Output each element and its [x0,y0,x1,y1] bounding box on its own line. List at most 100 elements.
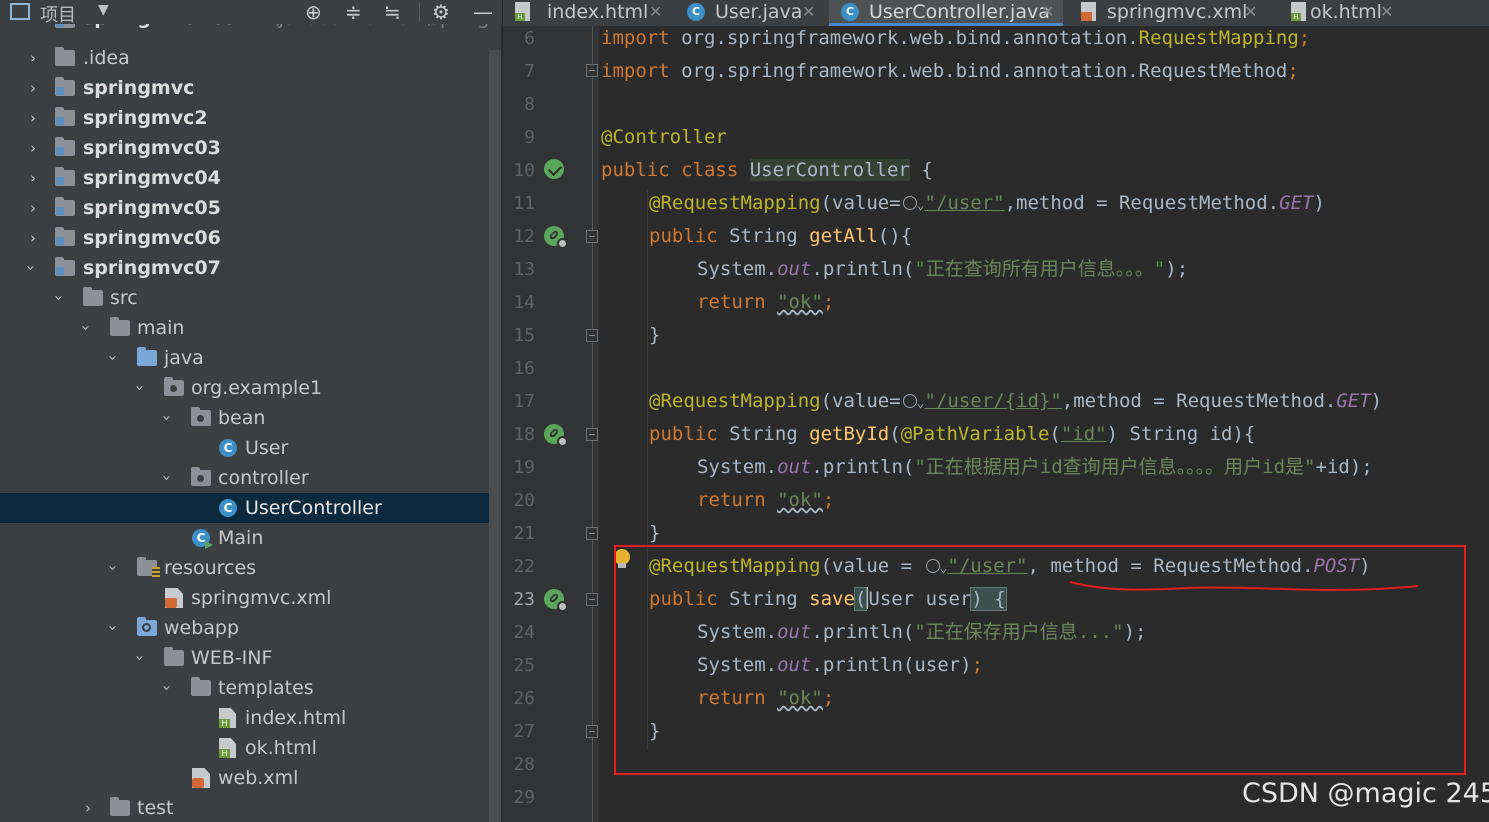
close-icon[interactable]: ✕ [1041,0,1054,24]
fold-marker-icon[interactable] [586,329,598,342]
tree-item-label: resources [164,557,257,579]
chevron-down-icon[interactable]: › [16,265,46,271]
tab-user-java[interactable]: C User.java ✕ [675,0,827,26]
tree-item-src[interactable]: › src [0,283,490,313]
module-folder-icon [55,197,75,216]
close-icon[interactable]: ✕ [802,0,815,24]
html-file-icon [219,708,236,728]
chevron-right-icon[interactable]: › [30,103,36,133]
close-icon[interactable]: ✕ [1244,0,1257,24]
tree-item-webapp[interactable]: › webapp [0,613,490,643]
chevron-down-icon[interactable]: › [125,385,155,391]
chevron-right-icon[interactable]: › [30,43,36,73]
code-line-6: import org.springframework.web.bind.anno… [601,27,1311,49]
chevron-down-icon[interactable]: › [152,475,182,481]
chevron-right-icon[interactable]: › [30,133,36,163]
tree-item-index-html[interactable]: index.html [0,703,490,733]
spring-request-mapping-gutter-icon[interactable] [544,424,568,447]
chevron-down-icon[interactable]: › [125,655,155,661]
tree-item-idea[interactable]: › .idea [0,43,490,73]
tree-item-test[interactable]: › test [0,793,490,822]
tree-item-springmvc04[interactable]: › springmvc04 [0,163,490,193]
tree-item-org-example1[interactable]: › org.example1 [0,373,490,403]
tree-item-springmvc-xml[interactable]: springmvc.xml [0,583,490,613]
tree-item-templates[interactable]: › templates [0,673,490,703]
web-url-icon [902,196,917,210]
minimize-icon[interactable]: — [473,0,493,24]
chevron-down-icon[interactable]: › [44,295,74,301]
tree-item-usercontroller[interactable]: C UserController [0,493,490,523]
line-number: 21 [513,523,535,544]
chevron-down-icon[interactable]: ▼ [98,2,109,18]
html-file-icon [1291,2,1306,21]
spring-bean-gutter-icon[interactable] [544,159,564,179]
tree-item-user[interactable]: C User [0,433,490,463]
chevron-down-icon[interactable]: › [71,325,101,331]
tree-item-web-inf[interactable]: › WEB-INF [0,643,490,673]
watermark: CSDN @magic 245 [1242,778,1489,809]
spring-request-mapping-gutter-icon[interactable] [544,589,568,612]
line-number: 22 [513,556,535,577]
tree-item-ok-html[interactable]: ok.html [0,733,490,763]
fold-marker-icon[interactable] [586,725,598,738]
chevron-right-icon[interactable]: › [30,223,36,253]
tree-item-web-xml[interactable]: web.xml [0,763,490,793]
close-icon[interactable]: ✕ [649,0,662,24]
line-number: 6 [524,28,535,49]
tree-item-springmvc03[interactable]: › springmvc03 [0,133,490,163]
java-class-icon: C [219,439,237,457]
locate-file-icon[interactable]: ⊕ [305,0,322,24]
tree-item-label: src [110,287,138,309]
java-class-icon: C [841,3,859,21]
tree-item-springmvc05[interactable]: › springmvc05 [0,193,490,223]
chevron-down-icon[interactable]: › [152,415,182,421]
code-line-25: System.out.println(user); [697,654,984,676]
fold-marker-icon[interactable] [586,428,598,441]
tree-item-springmvc07[interactable]: › springmvc07 [0,253,490,283]
tree-item-springmvc[interactable]: › springmvc [0,73,490,103]
tree-item-label: ok.html [245,737,317,759]
tree-item-controller[interactable]: › controller [0,463,490,493]
tree-item-springmvc2[interactable]: › springmvc2 [0,103,490,133]
chevron-down-icon[interactable]: › [152,685,182,691]
chevron-down-icon[interactable]: › [98,625,128,631]
chevron-right-icon[interactable]: › [30,163,36,193]
editor-scrollbar[interactable] [1480,26,1489,822]
fold-marker-icon[interactable] [586,230,598,243]
fold-marker-icon[interactable] [586,593,598,606]
lightbulb-icon[interactable] [614,549,630,568]
tab-usercontroller-java[interactable]: C UserController.java ✕ [829,0,1063,26]
tree-item-java[interactable]: › java [0,343,490,373]
tree-item-label: springmvc2 [83,107,208,129]
chevron-down-icon[interactable]: › [98,565,128,571]
tree-item-bean[interactable]: › bean [0,403,490,433]
code-line-12: public String getAll(){ [649,225,913,247]
html-file-icon [515,2,530,21]
project-panel-scrollbar[interactable] [489,50,501,822]
code-line-18: public String getById(@PathVariable("id"… [649,423,1256,445]
tree-item-main-class[interactable]: C Main [0,523,490,553]
expand-all-icon[interactable]: ≑ [345,0,362,24]
gear-icon[interactable]: ⚙ [432,0,450,24]
collapse-all-icon[interactable]: ≒ [384,0,401,24]
close-icon[interactable]: ✕ [1380,0,1393,24]
chevron-right-icon[interactable]: › [30,193,36,223]
java-class-icon: C [219,499,237,517]
line-number-current: 23 [513,589,535,610]
fold-marker-icon[interactable] [586,527,598,540]
chevron-down-icon[interactable]: › [98,355,128,361]
tab-springmvc-xml[interactable]: springmvc.xml ✕ [1069,0,1277,26]
tree-item-resources[interactable]: › resources [0,553,490,583]
spring-request-mapping-gutter-icon[interactable] [544,226,568,249]
tree-item-springmvc06[interactable]: › springmvc06 [0,223,490,253]
tab-ok-html[interactable]: ok.html ✕ [1279,0,1419,26]
tree-item-main[interactable]: › main [0,313,490,343]
project-panel-title[interactable]: 项目 [40,1,76,27]
tree-item-label: bean [218,407,266,429]
line-number: 13 [513,259,535,280]
chevron-right-icon[interactable]: › [85,793,91,822]
fold-marker-icon[interactable] [586,64,598,77]
code-editor[interactable]: import org.springframework.web.bind.anno… [601,26,1489,822]
tab-index-html[interactable]: index.html ✕ [503,0,671,26]
chevron-right-icon[interactable]: › [30,73,36,103]
